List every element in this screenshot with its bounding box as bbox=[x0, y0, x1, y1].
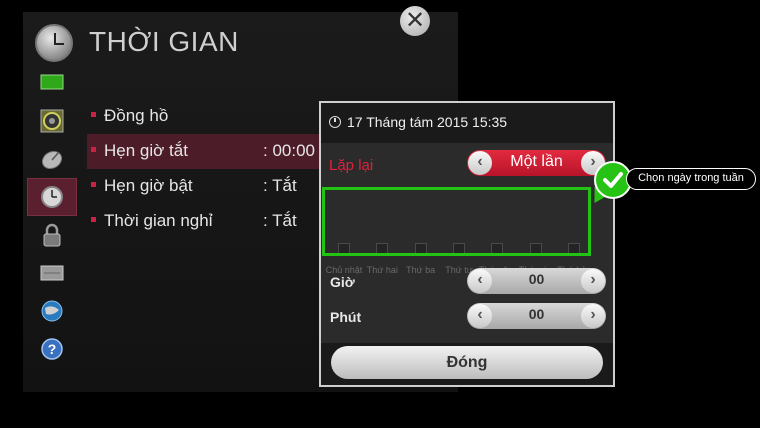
sidebar-item-sound[interactable] bbox=[27, 102, 77, 140]
page-title: THỜI GIAN bbox=[89, 26, 239, 57]
minute-selector[interactable]: ‹ 00 › bbox=[467, 303, 606, 329]
minute-label: Phút bbox=[330, 309, 362, 325]
bullet-icon bbox=[91, 112, 96, 117]
menu-item-label: Hẹn giờ bật bbox=[104, 176, 193, 195]
sidebar: ? bbox=[27, 64, 77, 368]
globe-icon bbox=[41, 300, 63, 322]
menu-item-label: Thời gian nghỉ bbox=[104, 211, 213, 230]
clock-icon bbox=[35, 24, 73, 62]
hour-value: 00 bbox=[528, 271, 545, 287]
lock-icon bbox=[43, 223, 61, 247]
menu-item-value: : Tắt bbox=[263, 211, 297, 230]
keyboard-icon bbox=[40, 265, 64, 281]
menu-item-label: Đồng hồ bbox=[104, 106, 169, 125]
dialog-header: 17 Tháng tám 2015 15:35 bbox=[321, 103, 613, 143]
close-dialog-button[interactable]: Đóng bbox=[331, 346, 603, 379]
chevron-left-icon[interactable]: ‹ bbox=[468, 304, 492, 328]
panel-header: THỜI GIAN bbox=[23, 12, 458, 74]
dialog-footer: Đóng bbox=[321, 343, 613, 385]
weekday-highlight-box bbox=[322, 187, 591, 256]
sidebar-item-lock[interactable] bbox=[27, 216, 77, 254]
repeat-selector[interactable]: ‹ Một lần › bbox=[467, 150, 606, 176]
current-datetime: 17 Tháng tám 2015 15:35 bbox=[347, 114, 508, 130]
bullet-icon bbox=[91, 147, 96, 152]
menu-item-value: : 00:00 bbox=[263, 141, 315, 160]
help-icon: ? bbox=[41, 338, 63, 360]
satellite-dish-icon bbox=[41, 150, 63, 170]
annotation-callout: Chọn ngày trong tuần bbox=[626, 168, 756, 190]
sidebar-item-network[interactable] bbox=[27, 292, 77, 330]
menu-item-label: Hẹn giờ tắt bbox=[104, 141, 188, 160]
sidebar-item-picture[interactable] bbox=[27, 64, 77, 102]
sidebar-item-option[interactable] bbox=[27, 254, 77, 292]
minute-value: 00 bbox=[528, 306, 545, 322]
clock-icon bbox=[41, 186, 63, 208]
clock-icon bbox=[329, 116, 341, 128]
hour-selector[interactable]: ‹ 00 › bbox=[467, 268, 606, 294]
close-button[interactable]: ✕ bbox=[400, 6, 430, 36]
chevron-right-icon[interactable]: › bbox=[581, 269, 605, 293]
chevron-right-icon[interactable]: › bbox=[581, 304, 605, 328]
repeat-value: Một lần bbox=[510, 153, 563, 170]
sidebar-item-support[interactable]: ? bbox=[27, 330, 77, 368]
chevron-left-icon[interactable]: ‹ bbox=[468, 151, 492, 175]
chevron-left-icon[interactable]: ‹ bbox=[468, 269, 492, 293]
hour-label: Giờ bbox=[330, 274, 355, 290]
bullet-icon bbox=[91, 217, 96, 222]
svg-text:?: ? bbox=[48, 341, 57, 357]
bullet-icon bbox=[91, 182, 96, 187]
sidebar-item-time[interactable] bbox=[27, 178, 77, 216]
repeat-label: Lặp lại bbox=[329, 157, 374, 174]
menu-item-value: : Tắt bbox=[263, 176, 297, 195]
picture-icon bbox=[40, 74, 64, 90]
speaker-icon bbox=[40, 109, 64, 133]
sidebar-item-channel[interactable] bbox=[27, 140, 77, 178]
